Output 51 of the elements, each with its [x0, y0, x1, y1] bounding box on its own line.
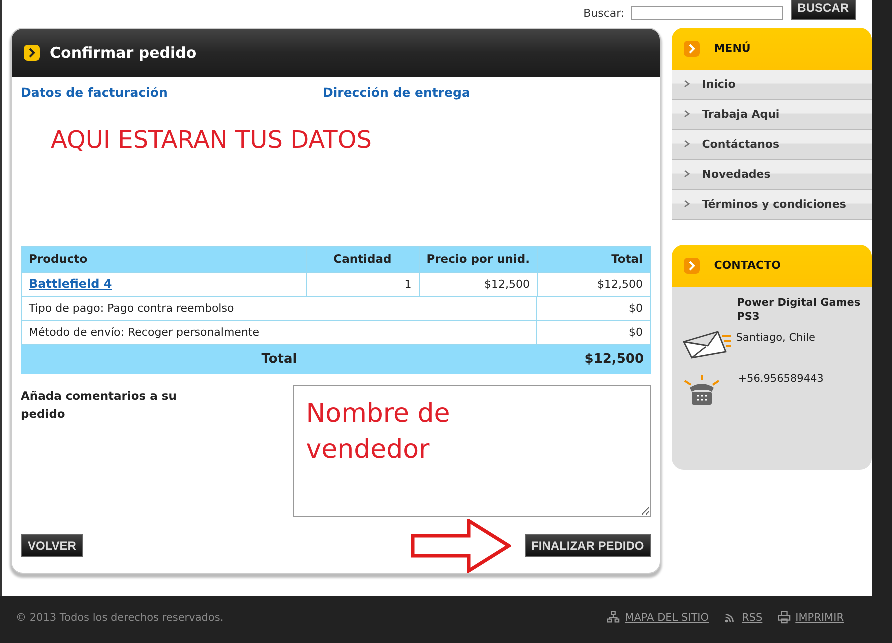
annotation-text: AQUI ESTARAN TUS DATOS: [51, 126, 373, 156]
footer-link[interactable]: IMPRIMIR: [796, 612, 844, 624]
menu-item[interactable]: Términos y condiciones: [672, 190, 872, 220]
printer-icon: [778, 611, 791, 624]
charge-amount: $0: [628, 324, 644, 341]
search-label: Buscar:: [584, 6, 625, 20]
envelope-icon: [682, 330, 732, 360]
product-link[interactable]: Battlefield 4: [29, 277, 112, 292]
search-field[interactable]: [630, 6, 783, 20]
table-cell: 1: [306, 272, 420, 296]
back-button[interactable]: VOLVER: [21, 534, 84, 558]
chevron-icon: [684, 200, 690, 208]
footer-link[interactable]: MAPA DEL SITIO: [625, 612, 710, 624]
address-text: Santiago, Chile: [736, 332, 816, 344]
column-header: Precio por unid.: [419, 246, 538, 272]
column-header: Cantidad: [306, 246, 420, 272]
chevron-icon: [684, 170, 690, 178]
submit-button[interactable]: FINALIZAR PEDIDO: [524, 534, 652, 558]
total-label: Total: [260, 352, 298, 367]
chevron-icon: [684, 258, 700, 274]
charge-amount: $0: [628, 300, 644, 317]
chevron-icon: [684, 40, 700, 57]
search-button[interactable]: BUSCAR: [790, 0, 856, 20]
chevron-icon: [684, 80, 690, 88]
comments-label: Añada comentarios a su pedido: [21, 388, 178, 423]
charge-label: Tipo de pago: Pago contra reembolso: [22, 296, 537, 320]
section-heading: Datos de facturación: [21, 84, 169, 102]
section-heading: Dirección de entrega: [323, 84, 472, 102]
panel-title: MENÚ: [714, 42, 751, 56]
menu-item[interactable]: Novedades: [672, 160, 872, 190]
sitemap-icon: [607, 611, 620, 624]
copyright-text: © 2013 Todos los derechos reservados.: [16, 612, 224, 624]
table-cell: $12,500: [419, 272, 538, 296]
phone-text: +56.956589443: [738, 372, 824, 385]
panel-title: CONTACTO: [714, 259, 781, 272]
total-value: $12,500: [584, 352, 645, 367]
comments-field[interactable]: Nombre de vendedor: [293, 384, 652, 517]
chevron-icon: [684, 110, 690, 118]
footer-link[interactable]: RSS: [742, 612, 763, 624]
menu-item[interactable]: Contáctanos: [672, 130, 872, 160]
menu-item[interactable]: Trabaja Aqui: [672, 100, 872, 130]
table-cell: $12,500: [538, 272, 650, 296]
charge-label: Método de envío: Recoger personalmente: [22, 320, 537, 344]
company-name: Power Digital Games PS3: [737, 296, 862, 324]
column-header: Producto: [22, 246, 306, 272]
chevron-icon: [24, 44, 40, 61]
chevron-icon: [684, 140, 690, 148]
panel-title: Confirmar pedido: [50, 44, 197, 62]
telephone-icon: [682, 374, 722, 406]
menu-item[interactable]: Inicio: [672, 70, 872, 100]
column-header: Total: [538, 246, 650, 272]
